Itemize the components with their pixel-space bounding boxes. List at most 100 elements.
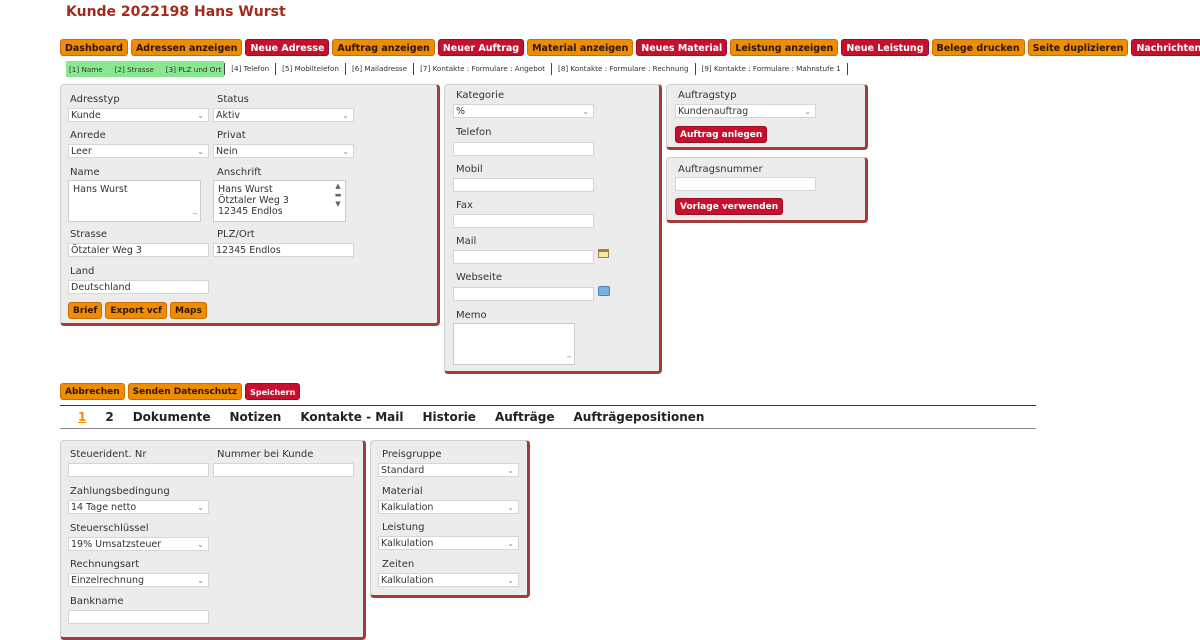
plzort-input[interactable]: 12345 Endlos	[213, 243, 354, 257]
maps-button[interactable]: Maps	[169, 302, 207, 319]
land-input[interactable]: Deutschland	[68, 280, 209, 294]
name-label: Name	[70, 167, 100, 178]
zahlung-select[interactable]: 14 Tage netto ⌄	[68, 500, 209, 514]
nummer-kunde-label: Nummer bei Kunde	[217, 449, 314, 460]
fax-input[interactable]	[453, 214, 594, 228]
nav-adressen-anzeigen-button[interactable]: Adressen anzeigen	[130, 39, 243, 56]
chevron-down-icon: ⌄	[507, 503, 514, 512]
mail-compose-icon[interactable]	[598, 249, 609, 258]
leistung-select[interactable]: Kalkulation ⌄	[378, 536, 519, 550]
privat-select[interactable]: Nein ⌄	[213, 144, 354, 158]
bank-input[interactable]	[68, 610, 209, 624]
field-tab-mobiltelefon[interactable]: [5] Mobiltelefon	[275, 63, 345, 75]
chevron-down-icon: ⌄	[342, 111, 349, 120]
divider	[60, 428, 1036, 429]
main-nav: Dashboard Adressen anzeigen Neue Adresse…	[60, 39, 1200, 56]
tab-auftraegepositionen[interactable]: Aufträgepositionen	[573, 410, 704, 424]
chevron-down-icon: ⌄	[197, 111, 204, 120]
field-tab-strasse[interactable]: [2] Strasse	[115, 65, 154, 74]
field-tab-name[interactable]: [1] Name	[69, 65, 103, 74]
nav-belege-drucken-button[interactable]: Belege drucken	[931, 39, 1025, 56]
tab-historie[interactable]: Historie	[423, 410, 476, 424]
preisgruppe-select[interactable]: Standard ⌄	[378, 463, 519, 477]
field-tabs-highlighted: [1] Name [2] Strasse [3] PLZ und Ort	[66, 61, 225, 77]
name-textarea[interactable]: Hans Wurst −	[68, 180, 201, 222]
kategorie-label: Kategorie	[456, 90, 505, 101]
nav-neues-material-button[interactable]: Neues Material	[636, 39, 728, 56]
nav-auftrag-anzeigen-button[interactable]: Auftrag anzeigen	[332, 39, 435, 56]
tab-notizen[interactable]: Notizen	[230, 410, 282, 424]
field-tab-plz-ort[interactable]: [3] PLZ und Ort	[166, 65, 221, 74]
nav-neue-leistung-button[interactable]: Neue Leistung	[841, 39, 929, 56]
bank-label: Bankname	[70, 596, 124, 607]
telefon-label: Telefon	[456, 127, 492, 138]
status-select[interactable]: Aktiv ⌄	[213, 108, 354, 122]
tab-2[interactable]: 2	[105, 410, 113, 424]
auftragstyp-select[interactable]: Kundenauftrag ⌄	[675, 104, 816, 118]
nav-nachrichten-button[interactable]: Nachrichten (0)	[1131, 39, 1200, 56]
tab-kontakte-mail[interactable]: Kontakte - Mail	[300, 410, 403, 424]
plzort-label: PLZ/Ort	[217, 229, 255, 240]
webseite-input[interactable]	[453, 287, 594, 301]
mail-label: Mail	[456, 236, 477, 247]
chevron-down-icon: ⌄	[197, 540, 204, 549]
telefon-input[interactable]	[453, 142, 594, 156]
steuer-select[interactable]: 19% Umsatzsteuer ⌄	[68, 537, 209, 551]
mobil-input[interactable]	[453, 178, 594, 192]
chevron-down-icon: ⌄	[342, 147, 349, 156]
section-tabs: 1 2 Dokumente Notizen Kontakte - Mail Hi…	[78, 410, 723, 424]
auftragsnummer-input[interactable]	[675, 177, 816, 191]
nummer-kunde-input[interactable]	[213, 463, 354, 477]
steuerident-input[interactable]	[68, 463, 209, 477]
resize-grip-icon: −	[566, 353, 572, 361]
chevron-down-icon: ⌄	[197, 576, 204, 585]
senden-datenschutz-button[interactable]: Senden Datenschutz	[127, 383, 243, 400]
field-tab-angebot[interactable]: [7] Kontakte : Formulare : Angebot	[413, 63, 551, 75]
kategorie-select[interactable]: % ⌄	[453, 104, 594, 118]
nav-dashboard-button[interactable]: Dashboard	[60, 39, 128, 56]
leistung-label: Leistung	[382, 522, 425, 533]
rechnung-select[interactable]: Einzelrechnung ⌄	[68, 573, 209, 587]
anschrift-textarea[interactable]: Hans Wurst Ötztaler Weg 3 12345 Endlos	[213, 180, 346, 222]
nav-leistung-anzeigen-button[interactable]: Leistung anzeigen	[730, 39, 839, 56]
adresstyp-select[interactable]: Kunde ⌄	[68, 108, 209, 122]
divider	[60, 405, 1036, 406]
material-label: Material	[382, 486, 423, 497]
material-select[interactable]: Kalkulation ⌄	[378, 500, 519, 514]
anschrift-label: Anschrift	[217, 167, 262, 178]
mail-input[interactable]	[453, 250, 594, 264]
speichern-button[interactable]: Speichern	[245, 383, 301, 400]
nav-seite-duplizieren-button[interactable]: Seite duplizieren	[1027, 39, 1129, 56]
nav-neuer-auftrag-button[interactable]: Neuer Auftrag	[437, 39, 525, 56]
vorlage-verwenden-button[interactable]: Vorlage verwenden	[675, 198, 784, 215]
zeiten-select[interactable]: Kalkulation ⌄	[378, 573, 519, 587]
tab-1[interactable]: 1	[78, 410, 86, 424]
nav-neue-adresse-button[interactable]: Neue Adresse	[245, 39, 330, 56]
auftrag-anlegen-button[interactable]: Auftrag anlegen	[675, 126, 768, 143]
anschrift-scrollbar[interactable]: ▲ ▬ ▼	[332, 182, 344, 220]
globe-icon[interactable]	[598, 286, 610, 296]
page-title: Kunde 2022198 Hans Wurst	[66, 4, 286, 20]
mobil-label: Mobil	[456, 164, 483, 175]
status-label: Status	[217, 94, 249, 105]
field-tab-telefon[interactable]: [4] Telefon	[224, 63, 275, 75]
nav-material-anzeigen-button[interactable]: Material anzeigen	[527, 39, 634, 56]
export-vcf-button[interactable]: Export vcf	[105, 302, 167, 319]
field-tab-mailadresse[interactable]: [6] Mailadresse	[344, 63, 413, 75]
abbrechen-button[interactable]: Abbrechen	[60, 383, 125, 400]
chevron-down-icon: ⌄	[197, 503, 204, 512]
field-tab-rechnung[interactable]: [8] Kontakte : Formulare : Rechnung	[551, 63, 695, 75]
field-tab-mahnstufe[interactable]: [9] Kontakte : Formulare : Mahnstufe 1	[694, 63, 848, 75]
memo-textarea[interactable]: −	[453, 323, 575, 365]
anrede-select[interactable]: Leer ⌄	[68, 144, 209, 158]
chevron-down-icon: ⌄	[582, 107, 589, 116]
brief-button[interactable]: Brief	[68, 302, 103, 319]
tab-dokumente[interactable]: Dokumente	[133, 410, 211, 424]
steuerident-label: Steuerident. Nr	[70, 449, 147, 460]
resize-grip-icon: −	[192, 210, 198, 218]
tab-auftraege[interactable]: Aufträge	[495, 410, 555, 424]
zahlung-label: Zahlungsbedingung	[70, 486, 170, 497]
chevron-down-icon: ⌄	[804, 107, 811, 116]
strasse-input[interactable]: Ötztaler Weg 3	[68, 243, 209, 257]
webseite-label: Webseite	[456, 272, 503, 283]
